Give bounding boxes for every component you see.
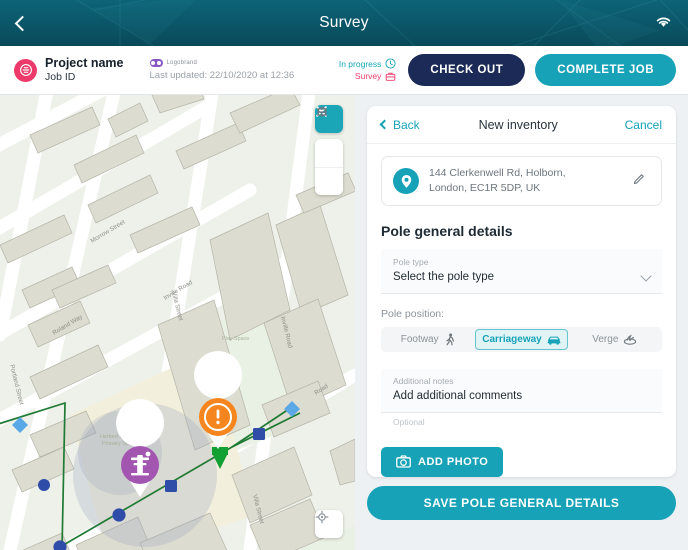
pole-position-option-verge[interactable]: Verge — [570, 329, 660, 350]
last-updated: Last updated: 22/10/2020 at 12:36 — [149, 70, 295, 81]
project-name: Project name — [45, 55, 124, 70]
pole-type-label: Pole type — [393, 257, 429, 267]
locate-me-icon[interactable] — [315, 510, 343, 538]
section-title: Pole general details — [381, 223, 513, 239]
additional-notes-input[interactable]: Add additional comments — [393, 388, 650, 405]
complete-job-button[interactable]: COMPLETE JOB — [535, 54, 676, 86]
job-identity: Project name Job ID — [45, 56, 124, 84]
camera-icon — [396, 455, 411, 468]
main-content: Morrow Street Inville Road Roland Way Po… — [0, 95, 688, 550]
pole-position-label: Pole position: — [381, 308, 445, 321]
chevron-down-icon — [640, 270, 652, 283]
add-photo-label: ADD PHOTO — [418, 455, 489, 468]
inventory-panel: Back New inventory Cancel 144 Clerkenwel… — [355, 95, 688, 550]
save-pole-general-details-button[interactable]: SAVE POLE GENERAL DETAILS — [367, 485, 676, 520]
pencil-icon[interactable] — [628, 168, 650, 195]
map-pin-icon — [393, 168, 419, 194]
address-card[interactable]: 144 Clerkenwell Rd, Holborn, London, EC1… — [381, 156, 662, 206]
new-inventory-card: Back New inventory Cancel 144 Clerkenwel… — [367, 106, 676, 477]
map-control-group — [315, 107, 343, 195]
additional-notes-field[interactable]: Additional notes Add additional comments — [381, 369, 662, 413]
status-block: In progress Survey — [339, 58, 397, 83]
map-canvas[interactable]: Morrow Street Inville Road Roland Way Po… — [0, 95, 355, 550]
pole-position-footway-label: Footway — [400, 334, 439, 346]
address-text: 144 Clerkenwell Rd, Holborn, London, EC1… — [429, 166, 618, 196]
brand-block: Logobrand Last updated: 22/10/2020 at 12… — [149, 59, 295, 81]
map-controls — [315, 105, 343, 195]
satellite-icon[interactable] — [315, 107, 343, 195]
pole-position-verge-label: Verge — [592, 334, 619, 346]
pole-position-segmented-control: Footway Carriageway Verge — [381, 327, 662, 353]
address-line-2: London, EC1R 5DP, UK — [429, 182, 541, 194]
form-header: Back New inventory Cancel — [367, 106, 676, 144]
job-id: Job ID — [45, 71, 76, 84]
clock-icon — [385, 58, 396, 69]
additional-notes-hint: Optional — [393, 416, 425, 427]
pole-position-option-footway[interactable]: Footway — [383, 329, 473, 350]
pole-position-option-carriageway[interactable]: Carriageway — [475, 329, 568, 351]
status-type-row: Survey — [339, 70, 397, 82]
pole-position-carriageway-label: Carriageway — [482, 334, 542, 346]
back-button[interactable] — [0, 0, 44, 46]
add-photo-button[interactable]: ADD PHOTO — [381, 446, 504, 477]
chevron-left-icon — [379, 119, 390, 130]
wifi-icon — [656, 17, 671, 27]
page-title: Survey — [319, 14, 369, 31]
additional-notes-label: Additional notes — [393, 376, 454, 387]
list-layers-icon[interactable] — [315, 108, 343, 167]
form-body: 144 Clerkenwell Rd, Holborn, London, EC1… — [367, 144, 676, 477]
logobrand-mark-icon — [149, 59, 163, 67]
pedestrian-icon — [445, 333, 454, 346]
map-view[interactable]: Morrow Street Inville Road Roland Way Po… — [0, 95, 355, 550]
chevron-left-icon — [14, 15, 30, 31]
status-progress-row: In progress — [339, 58, 397, 70]
brand-name: Logobrand — [166, 60, 198, 66]
job-header-bar: Project name Job ID Logobrand Last updat… — [0, 46, 688, 95]
app-top-bar: Survey — [0, 0, 688, 46]
status-progress-label: In progress — [338, 58, 382, 69]
pole-type-select[interactable]: Pole type Select the pole type — [381, 249, 662, 295]
briefcase-icon — [386, 72, 396, 81]
status-type-label: Survey — [354, 71, 382, 81]
form-title: New inventory — [478, 117, 558, 132]
svg-text:Play Space: Play Space — [222, 336, 249, 342]
form-cancel-button[interactable]: Cancel — [625, 118, 662, 132]
address-line-1: 144 Clerkenwell Rd, Holborn, — [429, 167, 566, 180]
project-badge-icon — [14, 58, 37, 82]
pole-type-value: Select the pole type — [393, 270, 495, 283]
car-icon — [547, 336, 561, 345]
grass-icon — [624, 335, 637, 346]
check-out-button[interactable]: CHECK OUT — [408, 54, 526, 86]
